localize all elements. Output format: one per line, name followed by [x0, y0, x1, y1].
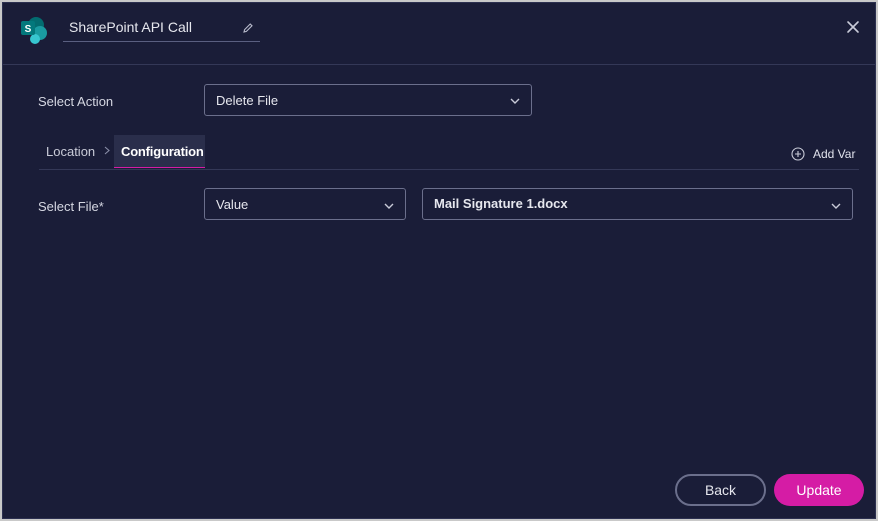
plus-circle-icon	[791, 147, 805, 161]
svg-text:S: S	[25, 24, 32, 35]
back-button[interactable]: Back	[675, 474, 766, 506]
chevron-down-icon	[831, 203, 841, 209]
tab-location[interactable]: Location	[46, 144, 95, 159]
add-var-label: Add Var	[813, 147, 856, 161]
chevron-right-icon	[104, 146, 110, 155]
sharepoint-dialog: S SharePoint API Call Select Action Dele…	[2, 2, 876, 519]
pencil-icon[interactable]	[242, 22, 254, 34]
file-source-type-value: Value	[216, 197, 249, 212]
select-action-dropdown[interactable]: Delete File	[204, 84, 532, 116]
chevron-down-icon	[384, 203, 394, 209]
dialog-title: SharePoint API Call	[69, 19, 192, 35]
title-field[interactable]: SharePoint API Call	[63, 17, 260, 42]
tab-configuration[interactable]: Configuration	[114, 135, 205, 168]
file-source-type-dropdown[interactable]: Value	[204, 188, 406, 220]
sharepoint-logo-icon: S	[21, 17, 47, 44]
select-action-value: Delete File	[216, 93, 279, 108]
select-action-label: Select Action	[38, 94, 114, 109]
file-select-value: Mail Signature 1.docx	[434, 196, 568, 211]
select-file-label: Select File*	[38, 199, 104, 214]
update-button[interactable]: Update	[774, 474, 864, 506]
dialog-header: S SharePoint API Call	[3, 3, 875, 65]
close-icon[interactable]	[845, 19, 861, 35]
file-select-dropdown[interactable]: Mail Signature 1.docx	[422, 188, 853, 220]
tab-bar: Location Configuration Add Var	[39, 135, 859, 170]
chevron-down-icon	[510, 98, 520, 104]
add-var-button[interactable]: Add Var	[791, 146, 859, 162]
tab-configuration-label: Configuration	[121, 144, 204, 159]
